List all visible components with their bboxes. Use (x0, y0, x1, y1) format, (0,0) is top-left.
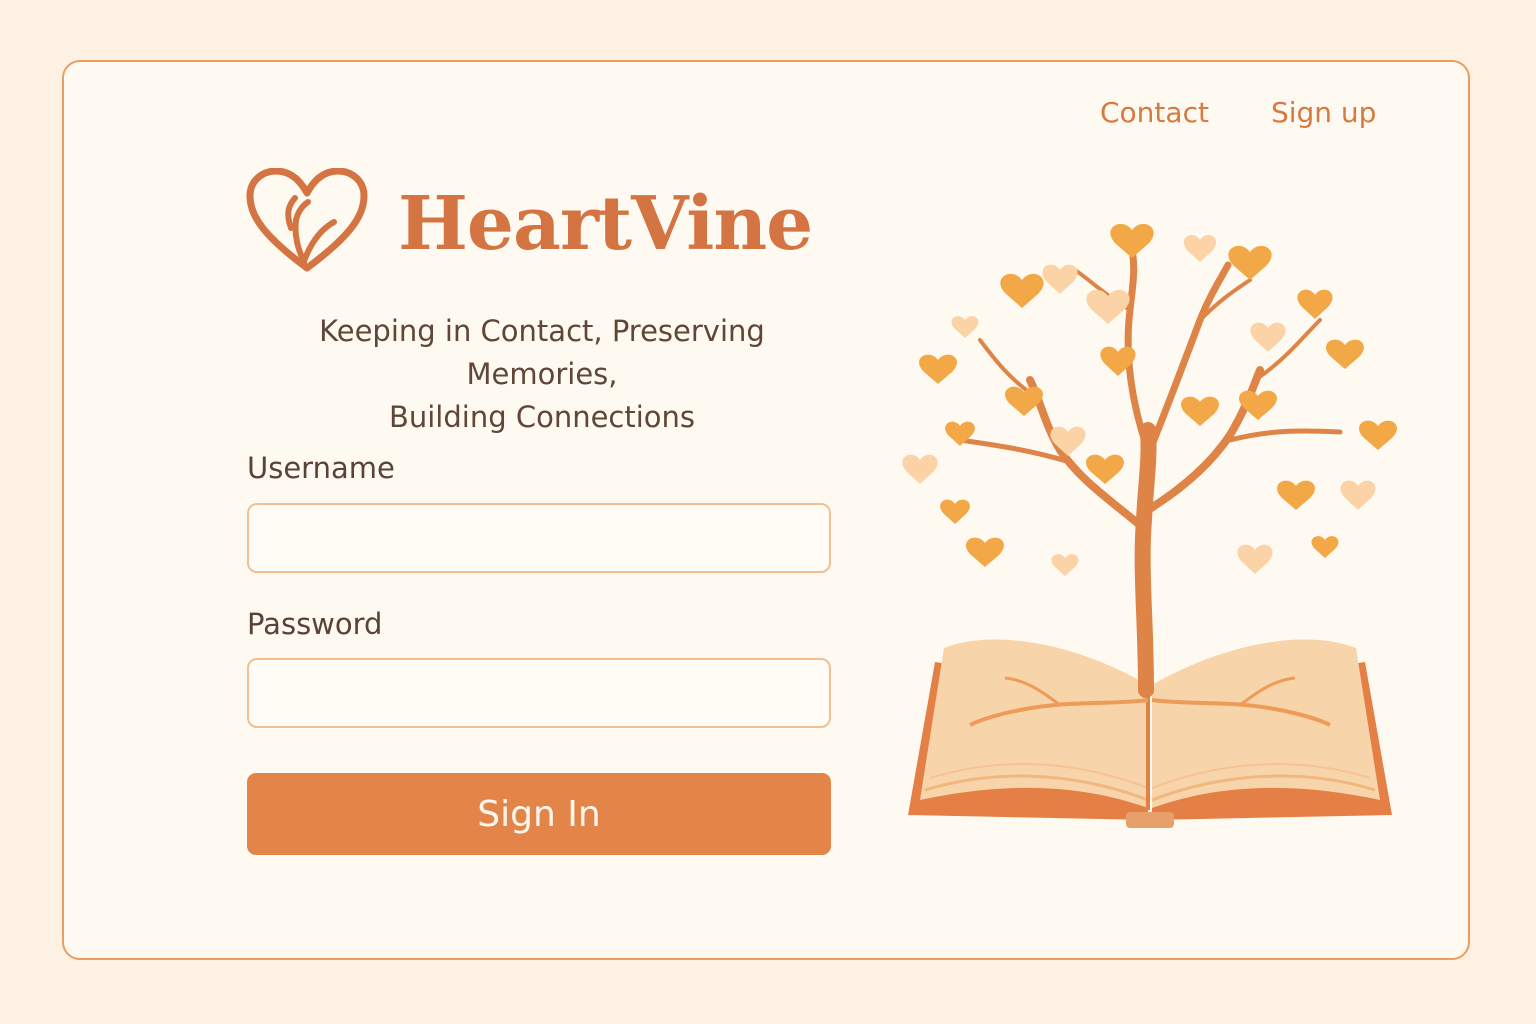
top-nav: Contact Sign up (1100, 96, 1376, 129)
password-label: Password (247, 607, 383, 641)
sign-in-button[interactable]: Sign In (247, 773, 831, 855)
heart-leaf-icon (246, 167, 368, 280)
tree (957, 246, 1343, 698)
tagline-line-2: Building Connections (388, 400, 696, 434)
username-input[interactable] (247, 503, 831, 573)
brand-name: HeartVine (398, 181, 813, 267)
password-input[interactable] (247, 658, 831, 728)
contact-link[interactable]: Contact (1100, 96, 1209, 129)
tagline: Keeping in Contact, Preserving Memories,… (246, 310, 838, 439)
username-label: Username (247, 451, 395, 485)
signup-link[interactable]: Sign up (1271, 96, 1377, 129)
tree-book-illustration (902, 223, 1397, 828)
tagline-line-1: Keeping in Contact, Preserving Memories, (319, 314, 765, 391)
brand: HeartVine (246, 167, 813, 280)
